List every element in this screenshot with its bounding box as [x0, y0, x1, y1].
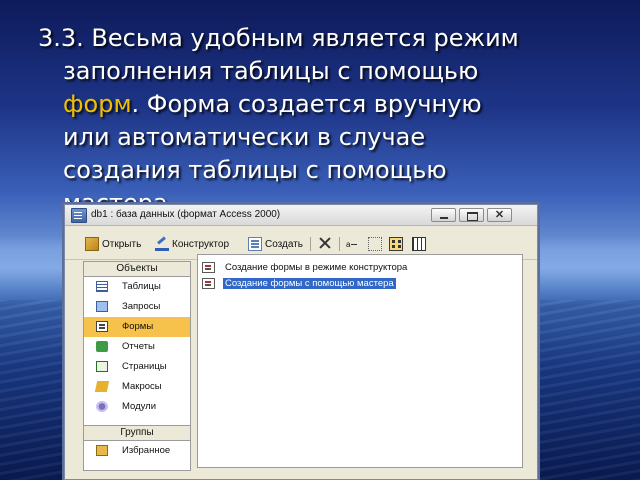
- open-button[interactable]: Открыть: [85, 235, 141, 253]
- open-icon: [85, 237, 99, 251]
- new-object-icon: [248, 237, 262, 251]
- new-button[interactable]: Создать: [248, 235, 303, 253]
- nav-item-tables[interactable]: Таблицы: [84, 277, 190, 297]
- text-fragment: . Форма создается вручную: [131, 90, 482, 118]
- small-icons-button[interactable]: [368, 235, 385, 253]
- table-icon: [96, 281, 108, 292]
- list-item-create-form-wizard[interactable]: Создание формы с помощью мастера: [202, 277, 396, 290]
- nav-item-reports[interactable]: Отчеты: [84, 337, 190, 357]
- text-line: или автоматически в случае: [63, 123, 426, 151]
- module-icon: [96, 401, 108, 412]
- maximize-icon: [467, 212, 478, 221]
- list-item-create-form-design[interactable]: Создание формы в режиме конструктора: [202, 261, 409, 274]
- open-label: Открыть: [102, 238, 142, 250]
- nav-item-forms[interactable]: Формы: [84, 317, 190, 337]
- details-view-button[interactable]: [412, 235, 429, 253]
- form-design-icon: [202, 262, 215, 273]
- nav-item-pages[interactable]: Страницы: [84, 357, 190, 377]
- query-icon: [96, 301, 108, 312]
- nav-item-label: Избранное: [122, 445, 171, 456]
- database-icon: [71, 208, 87, 223]
- list-view-button[interactable]: [389, 235, 406, 253]
- report-icon: [96, 341, 108, 352]
- slide-background: 3.3. Весьма удобным является режим запол…: [0, 0, 640, 480]
- close-button[interactable]: ✕: [487, 208, 512, 222]
- text-line: создания таблицы с помощью: [63, 156, 447, 184]
- design-icon: [155, 237, 169, 251]
- large-icons-button[interactable]: a: [346, 235, 360, 253]
- close-icon: ✕: [494, 209, 505, 221]
- list-item-label: Создание формы в режиме конструктора: [225, 262, 408, 273]
- nav-item-label: Модули: [122, 401, 157, 412]
- nav-item-queries[interactable]: Запросы: [84, 297, 190, 317]
- nav-item-label: Формы: [122, 321, 154, 332]
- design-label: Конструктор: [172, 238, 230, 250]
- form-wizard-icon: [202, 278, 215, 289]
- window-titlebar[interactable]: db1 : база данных (формат Access 2000) ✕: [65, 205, 537, 226]
- maximize-button[interactable]: [459, 208, 484, 222]
- nav-item-label: Страницы: [122, 361, 167, 372]
- minimize-button[interactable]: [431, 208, 456, 222]
- text-line: 3.3. Весьма удобным является режим: [38, 24, 519, 52]
- new-label: Создать: [265, 238, 304, 250]
- form-icon: [96, 321, 108, 332]
- page-icon: [96, 361, 108, 372]
- favorites-icon: [96, 445, 108, 456]
- list-view-icon: [389, 237, 403, 251]
- access-database-window: db1 : база данных (формат Access 2000) ✕…: [64, 204, 538, 480]
- nav-item-label: Запросы: [122, 301, 161, 312]
- macro-icon: [94, 381, 110, 392]
- window-title: db1 : база данных (формат Access 2000): [91, 209, 281, 220]
- groups-header[interactable]: Группы: [84, 425, 190, 441]
- text-line: заполнения таблицы с помощью: [63, 57, 479, 85]
- nav-item-label: Отчеты: [122, 341, 155, 352]
- large-icons-icon: a: [346, 239, 351, 249]
- objects-header[interactable]: Объекты: [84, 262, 190, 277]
- design-button[interactable]: Конструктор: [155, 235, 229, 253]
- toolbar-separator: [310, 237, 311, 251]
- highlighted-word: форм: [63, 90, 132, 118]
- nav-item-label: Таблицы: [122, 281, 161, 292]
- list-item-label: Создание формы с помощью мастера: [223, 278, 396, 289]
- nav-item-label: Макросы: [122, 381, 162, 392]
- underline-icon: [351, 243, 358, 245]
- delete-button[interactable]: [319, 235, 336, 253]
- nav-item-favorites[interactable]: Избранное: [84, 441, 190, 461]
- text-line: форм. Форма создается вручную: [38, 88, 624, 121]
- toolbar-separator: [339, 237, 340, 251]
- minimize-icon: [440, 217, 448, 219]
- small-icons-icon: [368, 237, 382, 251]
- objects-panel: Объекты Таблицы Запросы Формы Отчеты Стр…: [83, 261, 191, 471]
- nav-item-modules[interactable]: Модули: [84, 397, 190, 417]
- slide-body-text: 3.3. Весьма удобным является режим запол…: [38, 22, 624, 220]
- delete-icon: [319, 237, 333, 251]
- forms-list: Создание формы в режиме конструктора Соз…: [197, 254, 523, 468]
- details-view-icon: [412, 237, 426, 251]
- nav-item-macros[interactable]: Макросы: [84, 377, 190, 397]
